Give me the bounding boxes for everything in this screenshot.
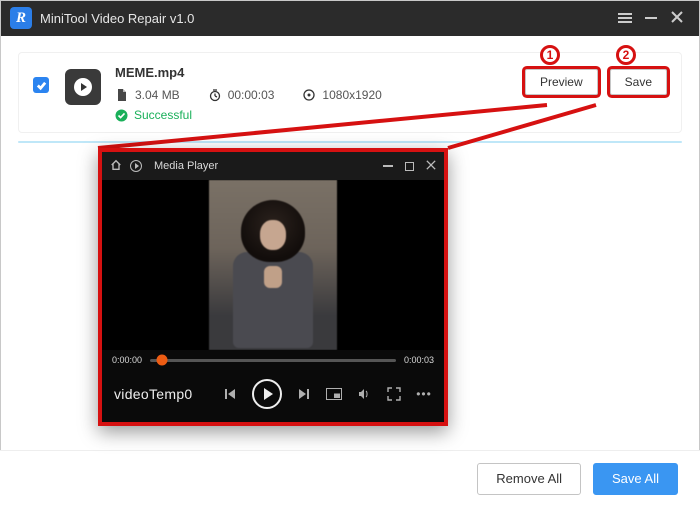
save-button[interactable]: Save (610, 69, 667, 95)
filesize-icon (115, 88, 129, 102)
annotation-badge-2: 2 (616, 45, 636, 65)
preview-button[interactable]: Preview (525, 69, 598, 95)
media-player-title: Media Player (154, 160, 218, 172)
file-status: Successful (115, 108, 525, 122)
footer: Remove All Save All (0, 450, 700, 506)
more-button[interactable]: ••• (416, 386, 432, 402)
file-actions: Preview Save (525, 69, 667, 95)
seek-bar[interactable]: 0:00:00 0:00:03 (102, 350, 444, 370)
clock-icon (208, 88, 222, 102)
seek-track[interactable] (150, 359, 396, 362)
media-player-titlebar: Media Player (102, 152, 444, 180)
check-icon (36, 80, 47, 91)
file-status-text: Successful (134, 108, 192, 122)
home-icon[interactable] (110, 159, 122, 174)
playing-file-name: videoTemp0 (114, 386, 193, 402)
time-current: 0:00:00 (112, 355, 142, 365)
fullscreen-icon (387, 387, 401, 401)
file-checkbox[interactable] (33, 77, 49, 93)
video-frame (209, 180, 337, 350)
file-meta-row: 3.04 MB 00:00:03 1080x1920 (115, 88, 525, 102)
success-icon (115, 109, 128, 122)
time-total: 0:00:03 (404, 355, 434, 365)
mp-minimize-button[interactable] (383, 165, 393, 167)
play-icon (264, 388, 273, 400)
seek-thumb[interactable] (157, 355, 168, 366)
file-size: 3.04 MB (115, 88, 180, 102)
volume-icon (357, 387, 371, 401)
mini-view-button[interactable] (326, 386, 342, 402)
file-resolution: 1080x1920 (302, 88, 381, 102)
video-viewport[interactable] (102, 180, 444, 350)
file-card: MEME.mp4 3.04 MB 00:00:03 1080x1920 Succ… (18, 52, 682, 133)
player-controls-row: videoTemp0 ••• (102, 370, 444, 418)
file-size-value: 3.04 MB (135, 88, 180, 102)
main-area: MEME.mp4 3.04 MB 00:00:03 1080x1920 Succ… (0, 36, 700, 143)
file-info: MEME.mp4 3.04 MB 00:00:03 1080x1920 Succ… (115, 65, 525, 122)
file-name: MEME.mp4 (115, 65, 525, 80)
maximize-icon (405, 162, 414, 171)
file-resolution-value: 1080x1920 (322, 88, 381, 102)
minimize-icon (383, 165, 393, 167)
play-button[interactable] (252, 379, 282, 409)
mp-maximize-button[interactable] (405, 162, 414, 171)
play-icon (74, 78, 92, 96)
remove-all-button[interactable]: Remove All (477, 463, 581, 495)
next-button[interactable] (296, 386, 312, 402)
previous-button[interactable] (222, 386, 238, 402)
file-thumbnail (65, 69, 101, 105)
volume-button[interactable] (356, 386, 372, 402)
annotation-badge-1: 1 (540, 45, 560, 65)
close-icon (426, 160, 436, 170)
save-all-button[interactable]: Save All (593, 463, 678, 495)
fullscreen-button[interactable] (386, 386, 402, 402)
file-duration-value: 00:00:03 (228, 88, 275, 102)
file-duration: 00:00:03 (208, 88, 275, 102)
mp-close-button[interactable] (426, 160, 436, 173)
resolution-icon (302, 88, 316, 102)
media-player-window: Media Player 0:00:00 0:00:03 videoTemp0 (98, 148, 448, 426)
now-playing-icon[interactable] (130, 160, 142, 172)
miniview-icon (326, 388, 342, 400)
